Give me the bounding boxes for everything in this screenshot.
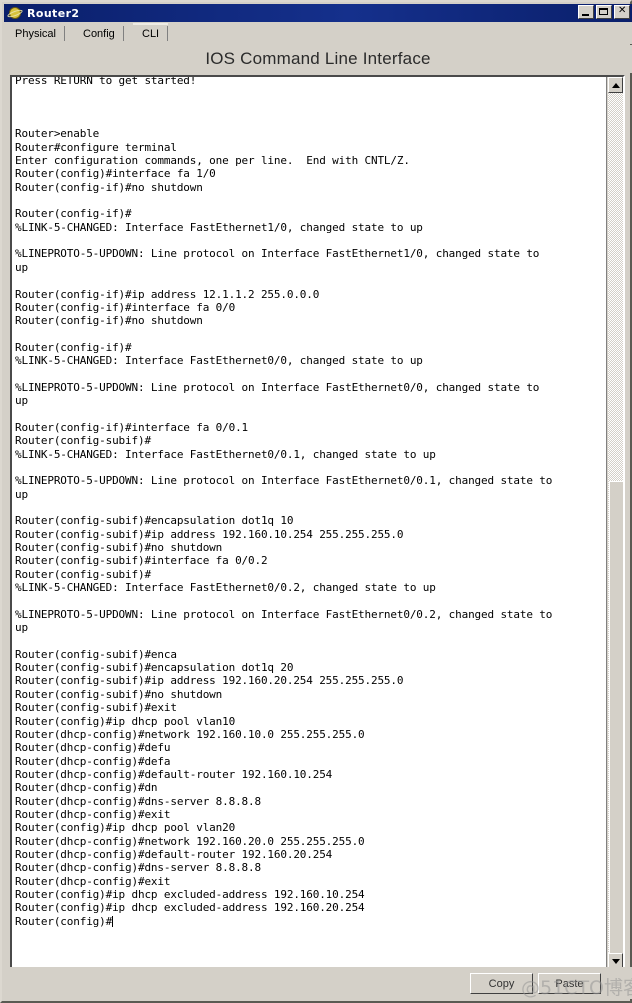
cli-line: Router#configure terminal	[15, 140, 177, 154]
cli-line: Router(dhcp-config)#defu	[15, 741, 171, 755]
cli-line	[15, 114, 595, 127]
cli-line: Router(config-if)#no shutdown	[15, 314, 203, 328]
tabstrip: Physical Config CLI	[4, 22, 632, 44]
cli-line: Router(config-if)#	[15, 340, 132, 354]
cli-output-area[interactable]: Press RETURN to get started! Router>enabl…	[12, 77, 597, 969]
bottom-toolbar: Copy Paste	[4, 967, 632, 999]
cli-line: %LINEPROTO-5-UPDOWN: Line protocol on In…	[15, 474, 553, 488]
cli-line	[15, 501, 595, 514]
cli-line	[15, 461, 595, 474]
cli-line: Router(dhcp-config)#default-router 192.1…	[15, 847, 333, 861]
cli-line: Router(dhcp-config)#defa	[15, 754, 171, 768]
cli-line: Router(config-subif)#encapsulation dot1q…	[15, 514, 294, 528]
cli-line	[15, 634, 595, 647]
cli-line: Router(config-if)#	[15, 207, 132, 221]
cli-line: %LINEPROTO-5-UPDOWN: Line protocol on In…	[15, 607, 553, 621]
cli-line	[15, 234, 595, 247]
cli-prompt-line[interactable]: Router(config)#	[15, 915, 595, 928]
cli-line	[15, 101, 595, 114]
cli-line: Enter configuration commands, one per li…	[15, 154, 410, 168]
cli-line: Router(config-if)#interface fa 0/0	[15, 300, 236, 314]
cli-line	[15, 368, 595, 381]
cli-line: %LINK-5-CHANGED: Interface FastEthernet0…	[15, 354, 423, 368]
cli-line: Router(config-subif)#interface fa 0/0.2	[15, 554, 268, 568]
tab-divider	[122, 26, 124, 41]
cli-line: Router(config)#ip dhcp excluded-address …	[15, 887, 365, 901]
cli-line: Router(config-subif)#exit	[15, 701, 177, 715]
cli-output-lines: Press RETURN to get started! Router>enabl…	[15, 77, 595, 928]
text-cursor	[112, 915, 114, 927]
close-icon: ✕	[618, 5, 627, 16]
cli-line	[15, 194, 595, 207]
window-title: Router2	[27, 6, 80, 20]
cli-line: Router(config-subif)#enca	[15, 647, 177, 661]
cli-line	[15, 274, 595, 287]
cli-terminal-container: Press RETURN to get started! Router>enabl…	[10, 75, 625, 971]
cli-line: %LINEPROTO-5-UPDOWN: Line protocol on In…	[15, 380, 540, 394]
cli-line: Router(dhcp-config)#network 192.160.10.0…	[15, 727, 365, 741]
tab-physical-label: Physical	[15, 27, 56, 40]
cli-line: up	[15, 487, 28, 501]
cli-line: Router(config-subif)#ip address 192.160.…	[15, 527, 404, 541]
cli-line: Router(config)#ip dhcp pool vlan10	[15, 714, 236, 728]
cli-line: Router(dhcp-config)#network 192.160.20.0…	[15, 834, 365, 848]
cli-line: Router(dhcp-config)#dns-server 8.8.8.8	[15, 861, 261, 875]
cli-line: Router(dhcp-config)#exit	[15, 807, 171, 821]
cli-line: Router(config-if)#interface fa 0/0.1	[15, 420, 249, 434]
cli-line: up	[15, 394, 28, 408]
tab-physical[interactable]: Physical	[6, 23, 65, 44]
paste-button[interactable]: Paste	[538, 973, 601, 994]
cli-line: %LINK-5-CHANGED: Interface FastEthernet1…	[15, 220, 423, 234]
cli-line: Router(config-if)#ip address 12.1.1.2 25…	[15, 287, 320, 301]
tab-config[interactable]: Config	[74, 23, 124, 44]
copy-button[interactable]: Copy	[470, 973, 533, 994]
cli-line: Router(dhcp-config)#exit	[15, 874, 171, 888]
cli-line: %LINEPROTO-5-UPDOWN: Line protocol on In…	[15, 247, 540, 261]
terminal-scrollbar[interactable]	[606, 77, 623, 969]
close-button[interactable]: ✕	[614, 5, 630, 19]
cli-line: Router(config-subif)#no shutdown	[15, 541, 223, 555]
cli-line	[15, 408, 595, 421]
tab-divider	[167, 26, 169, 41]
cli-line: Router(config-subif)#	[15, 434, 151, 448]
cli-line: Router(config-subif)#no shutdown	[15, 687, 223, 701]
tab-config-label: Config	[83, 27, 115, 40]
router-cli-window: Router2 ✕ Physical Config CLI IOS Comman…	[0, 0, 632, 1003]
cli-line: Router(dhcp-config)#default-router 192.1…	[15, 767, 333, 781]
cli-line: Router(config-subif)#	[15, 567, 151, 581]
cli-line	[15, 87, 595, 100]
tab-divider	[63, 26, 65, 41]
cli-line: Router(config-if)#no shutdown	[15, 180, 203, 194]
minimize-button[interactable]	[578, 5, 594, 19]
cli-line: Router(dhcp-config)#dn	[15, 781, 158, 795]
tabstrip-baseline	[4, 43, 632, 44]
cli-line: up	[15, 260, 28, 274]
cli-line	[15, 594, 595, 607]
scrollbar-track[interactable]	[608, 93, 623, 969]
cli-line: Router(config)#ip dhcp pool vlan20	[15, 821, 236, 835]
cli-line: %LINK-5-CHANGED: Interface FastEthernet0…	[15, 581, 436, 595]
tab-cli-label: CLI	[142, 27, 160, 40]
cli-line: Press RETURN to get started!	[15, 77, 197, 87]
router-globe-icon	[6, 6, 24, 20]
tab-cli[interactable]: CLI	[133, 23, 169, 44]
window-controls: ✕	[578, 5, 630, 19]
cli-line: Router>enable	[15, 127, 100, 141]
cli-line: Router(config-subif)#encapsulation dot1q…	[15, 661, 294, 675]
maximize-button[interactable]	[596, 5, 612, 19]
cli-line: Router(config-subif)#ip address 192.160.…	[15, 674, 404, 688]
cli-line: %LINK-5-CHANGED: Interface FastEthernet0…	[15, 447, 436, 461]
cli-line: Router(dhcp-config)#dns-server 8.8.8.8	[15, 794, 261, 808]
cli-line: up	[15, 621, 28, 635]
page-title: IOS Command Line Interface	[4, 45, 632, 73]
window-titlebar[interactable]: Router2 ✕	[4, 4, 632, 22]
scrollbar-thumb[interactable]	[609, 481, 623, 969]
cli-line: Router(config)#interface fa 1/0	[15, 167, 216, 181]
cli-line: Router(config)#ip dhcp excluded-address …	[15, 901, 365, 915]
scroll-up-icon[interactable]	[608, 77, 623, 93]
cli-line	[15, 328, 595, 341]
